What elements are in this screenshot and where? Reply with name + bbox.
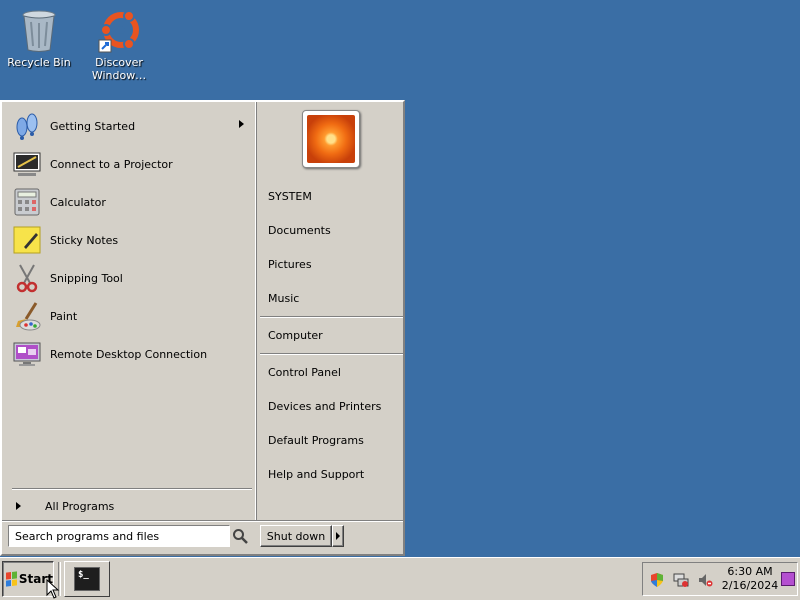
place-label: Help and Support (268, 467, 365, 481)
sticky-notes-icon (13, 226, 41, 254)
notification-icon[interactable] (781, 572, 795, 586)
start-menu-programs-pane: Getting Started Connect to a Projector C… (4, 102, 256, 520)
recycle-bin-icon (15, 6, 63, 54)
mouse-cursor-icon (46, 579, 60, 599)
clock-date: 2/16/2024 (721, 579, 779, 592)
ubuntu-logo-icon (95, 6, 143, 54)
places-divider (260, 316, 403, 318)
shutdown-button[interactable]: Shut down (260, 525, 332, 547)
program-sticky-notes[interactable]: Sticky Notes (12, 222, 252, 258)
pane-divider (255, 102, 257, 520)
desktop-icon-recycle-bin[interactable]: Recycle Bin (2, 2, 76, 69)
taskbar-terminal-button[interactable]: $_ (64, 561, 110, 597)
program-getting-started[interactable]: Getting Started (12, 108, 252, 144)
search-input[interactable] (8, 525, 230, 547)
place-documents[interactable]: Documents (268, 220, 331, 240)
program-label: Getting Started (50, 119, 136, 133)
place-label: Music (268, 291, 300, 305)
program-connect-to-projector[interactable]: Connect to a Projector (12, 146, 252, 182)
program-label: Snipping Tool (50, 271, 123, 285)
projector-icon (13, 152, 41, 176)
program-remote-desktop-connection[interactable]: Remote Desktop Connection (12, 336, 252, 372)
shutdown-label: Shut down (266, 529, 326, 543)
place-label: Pictures (268, 257, 312, 271)
terminal-icon: $_ (74, 567, 100, 591)
clock-time: 6:30 AM (727, 565, 773, 578)
all-programs-label: All Programs (45, 499, 115, 513)
search-icon[interactable] (232, 528, 248, 544)
place-label: Devices and Printers (268, 399, 382, 413)
place-label: Computer (268, 328, 323, 342)
place-help-and-support[interactable]: Help and Support (268, 464, 364, 484)
place-label: Control Panel (268, 365, 341, 379)
desktop-icon-label: Discover Window… (91, 56, 147, 82)
chevron-right-icon (336, 532, 340, 540)
place-music[interactable]: Music (268, 288, 299, 308)
desktop-icon-label: Recycle Bin (7, 56, 71, 69)
program-label: Paint (50, 309, 78, 323)
shutdown-group: Shut down (260, 525, 344, 547)
submenu-arrow-icon (239, 120, 244, 128)
action-center-flag-icon[interactable] (649, 572, 665, 588)
program-label: Remote Desktop Connection (50, 347, 208, 361)
start-menu-places-pane: SYSTEM Documents Pictures Music Computer… (258, 102, 405, 520)
place-label: Documents (268, 223, 331, 237)
system-tray: 6:30 AM 2/16/2024 (642, 562, 798, 596)
paint-icon (16, 302, 41, 331)
taskbar: Start $_ 6:30 AM 2/16/2024 (0, 557, 800, 600)
desktop-icon-discover-windows[interactable]: Discover Window… (82, 2, 156, 82)
place-control-panel[interactable]: Control Panel (268, 362, 341, 382)
program-paint[interactable]: Paint (12, 298, 252, 334)
program-label: Sticky Notes (50, 233, 119, 247)
start-menu: Getting Started Connect to a Projector C… (0, 100, 405, 556)
windows-logo-icon (6, 571, 17, 587)
places-divider (260, 353, 403, 355)
scissors-icon (16, 264, 38, 293)
clock[interactable]: 6:30 AM 2/16/2024 (719, 565, 781, 593)
place-label: SYSTEM (268, 189, 312, 203)
expand-arrow-icon (16, 502, 21, 510)
place-label: Default Programs (268, 433, 364, 447)
search-divider (2, 520, 403, 522)
volume-muted-icon[interactable] (697, 572, 713, 588)
place-default-programs[interactable]: Default Programs (268, 430, 364, 450)
programs-divider (12, 488, 252, 490)
network-icon[interactable] (673, 572, 689, 588)
program-label: Connect to a Projector (50, 157, 173, 171)
shutdown-options-button[interactable] (332, 525, 344, 547)
program-label: Calculator (50, 195, 106, 209)
remote-desktop-icon (13, 342, 41, 366)
getting-started-icon (16, 113, 38, 140)
user-avatar[interactable] (302, 110, 360, 168)
program-snipping-tool[interactable]: Snipping Tool (12, 260, 252, 296)
all-programs-item[interactable]: All Programs (12, 496, 252, 516)
place-computer[interactable]: Computer (268, 325, 323, 345)
terminal-glyph: $_ (78, 570, 89, 580)
place-pictures[interactable]: Pictures (268, 254, 312, 274)
calculator-icon (14, 188, 40, 216)
place-devices-and-printers[interactable]: Devices and Printers (268, 396, 381, 416)
place-system[interactable]: SYSTEM (268, 186, 312, 206)
program-calculator[interactable]: Calculator (12, 184, 252, 220)
flower-icon (307, 115, 355, 163)
